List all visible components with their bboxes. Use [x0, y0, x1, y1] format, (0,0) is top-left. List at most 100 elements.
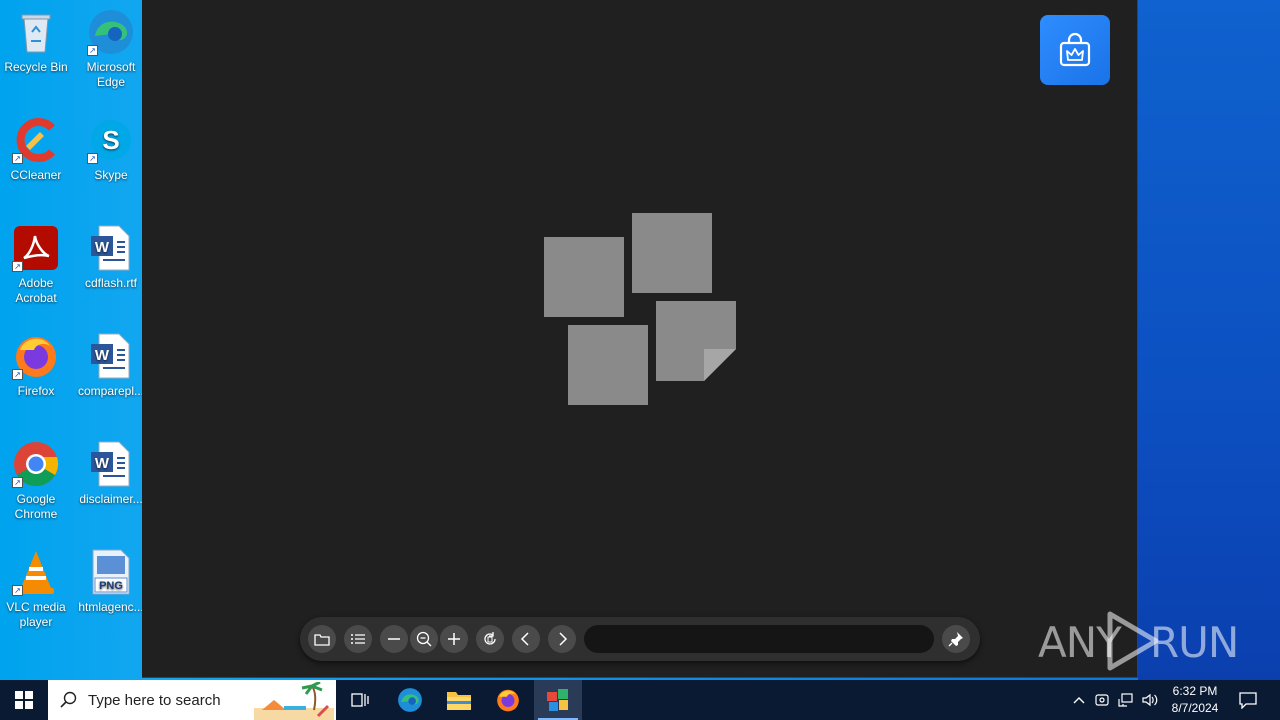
image-viewer-icon — [547, 689, 568, 711]
desktop-icon-label: Adobe Acrobat — [15, 276, 57, 305]
svg-text:W: W — [95, 347, 110, 364]
taskbar-edge[interactable] — [386, 680, 434, 720]
desktop-wallpaper-right — [1138, 0, 1280, 680]
edge-icon — [398, 688, 422, 712]
desktop-icon-comparepl[interactable]: W comparepl... — [75, 332, 147, 399]
desktop-icon-label: CCleaner — [10, 168, 62, 182]
rotate-icon — [484, 632, 496, 645]
next-button[interactable] — [548, 625, 576, 653]
desktop-icon-ccleaner[interactable]: ↗ CCleaner — [0, 116, 72, 183]
taskbar-firefox[interactable] — [484, 680, 532, 720]
shortcut-arrow-icon: ↗ — [12, 153, 23, 164]
ccleaner-icon: ↗ — [12, 116, 60, 164]
notification-center-button[interactable] — [1230, 680, 1266, 720]
png-file-icon: PNG — [87, 548, 135, 596]
taskbar-clock[interactable]: 6:32 PM 8/7/2024 — [1160, 683, 1230, 717]
tray-meet-now[interactable] — [1090, 692, 1114, 708]
shortcut-arrow-icon: ↗ — [12, 477, 23, 488]
desktop-icon-firefox[interactable]: ↗ Firefox — [0, 332, 72, 399]
desktop-icon-label: Firefox — [17, 384, 55, 398]
system-tray — [1068, 680, 1162, 720]
next-icon — [559, 632, 568, 646]
desktop-icon-vlc[interactable]: ↗ VLC media player — [0, 548, 72, 630]
clock-time: 6:32 PM — [1172, 684, 1218, 698]
desktop-icon-adobe-acrobat[interactable]: ↗ Adobe Acrobat — [0, 224, 72, 306]
no-image-placeholder-icon — [544, 213, 736, 405]
previous-button[interactable] — [512, 625, 540, 653]
taskbar: Type here to search 6:32 PM 8/7/2024 — [0, 680, 1280, 720]
start-button[interactable] — [0, 680, 48, 720]
desktop-icon-label: htmlagenc... — [78, 600, 144, 614]
tray-network[interactable] — [1114, 692, 1138, 708]
search-icon — [60, 691, 77, 708]
viewer-toolbar — [300, 617, 980, 661]
desktop-icon-label: VLC media player — [6, 600, 66, 629]
svg-text:W: W — [95, 239, 110, 256]
shortcut-arrow-icon: ↗ — [87, 153, 98, 164]
word-document-icon: W — [87, 332, 135, 380]
image-viewer-window[interactable] — [142, 0, 1138, 678]
svg-text:W: W — [95, 455, 110, 472]
chevron-up-icon — [1073, 697, 1085, 704]
desktop-icon-cdflash[interactable]: W cdflash.rtf — [75, 224, 147, 291]
desktop-icon-google-chrome[interactable]: ↗ Google Chrome — [0, 440, 72, 522]
skype-icon: S ↗ — [87, 116, 135, 164]
filename-field[interactable] — [584, 625, 934, 653]
shortcut-arrow-icon: ↗ — [12, 369, 23, 380]
list-button[interactable] — [344, 625, 372, 653]
desktop-icon-recycle-bin[interactable]: Recycle Bin — [0, 8, 72, 75]
desktop-icon-label: comparepl... — [77, 384, 145, 398]
task-view-button[interactable] — [336, 680, 384, 720]
edge-icon: ↗ — [87, 8, 135, 56]
open-folder-button[interactable] — [308, 625, 336, 653]
vlc-icon: ↗ — [12, 548, 60, 596]
show-hidden-icons-button[interactable] — [1068, 695, 1090, 705]
rotate-button[interactable] — [476, 625, 504, 653]
taskbar-image-viewer[interactable] — [534, 680, 582, 720]
desktop-icon-label: disclaimer... — [79, 492, 143, 506]
acrobat-icon: ↗ — [12, 224, 60, 272]
fit-zoom-icon — [416, 631, 432, 647]
shortcut-arrow-icon: ↗ — [87, 45, 98, 56]
recycle-bin-icon — [12, 8, 60, 56]
fit-zoom-button[interactable] — [410, 625, 438, 653]
clock-date: 8/7/2024 — [1171, 701, 1219, 715]
zoom-out-button[interactable] — [380, 625, 408, 653]
windows-logo-icon — [15, 691, 33, 709]
desktop-icon-edge[interactable]: ↗ Microsoft Edge — [75, 8, 147, 90]
meet-now-icon — [1095, 694, 1109, 706]
desktop-icon-label: Skype — [94, 168, 128, 182]
volume-icon — [1142, 693, 1158, 707]
chrome-icon: ↗ — [12, 440, 60, 488]
search-placeholder: Type here to search — [88, 691, 221, 709]
task-view-icon — [351, 693, 369, 707]
desktop-icon-label: cdflash.rtf — [84, 276, 138, 290]
notification-icon — [1239, 692, 1257, 709]
zoom-in-button[interactable] — [440, 625, 468, 653]
svg-text:PNG: PNG — [99, 580, 123, 592]
svg-text:S: S — [102, 125, 119, 155]
previous-icon — [520, 632, 529, 646]
watermark-text-right: RUN — [1150, 618, 1239, 667]
open-folder-icon — [314, 634, 330, 646]
file-explorer-icon — [447, 692, 471, 710]
zoom-in-plus-icon — [448, 633, 460, 645]
desktop-icon-disclaimer[interactable]: W disclaimer... — [75, 440, 147, 507]
pin-button[interactable] — [942, 625, 970, 653]
store-button[interactable] — [1040, 15, 1110, 85]
firefox-icon: ↗ — [12, 332, 60, 380]
anyrun-watermark: ANY RUN — [1038, 606, 1239, 676]
desktop-icon-label: Microsoft Edge — [86, 60, 136, 89]
network-icon — [1118, 693, 1133, 707]
firefox-icon — [497, 689, 519, 712]
taskbar-search-input[interactable]: Type here to search — [48, 680, 336, 720]
pin-icon — [948, 632, 963, 647]
taskbar-file-explorer[interactable] — [435, 680, 483, 720]
tray-volume[interactable] — [1138, 692, 1162, 708]
desktop-icon-label: Google Chrome — [14, 492, 58, 521]
desktop-icon-label: Recycle Bin — [4, 60, 68, 74]
shortcut-arrow-icon: ↗ — [12, 261, 23, 272]
desktop-icon-htmlagenc[interactable]: PNG htmlagenc... — [75, 548, 147, 615]
list-icon — [351, 634, 365, 644]
desktop-icon-skype[interactable]: S ↗ Skype — [75, 116, 147, 183]
